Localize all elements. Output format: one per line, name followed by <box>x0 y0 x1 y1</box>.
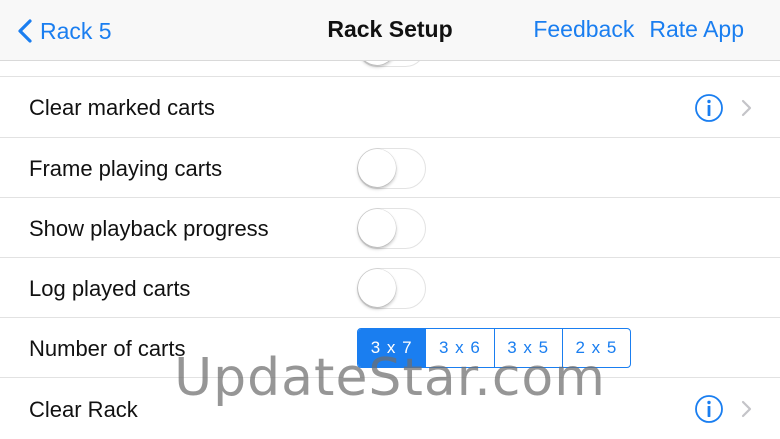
row-show-playback-progress: Show playback progress <box>0 198 780 258</box>
row-frame-playing-carts: Frame playing carts <box>0 138 780 198</box>
back-button-label: Rack 5 <box>40 17 112 44</box>
info-icon[interactable] <box>694 93 724 123</box>
rate-app-button[interactable]: Rate App <box>649 16 744 43</box>
row-label: Show playback progress <box>29 216 269 241</box>
row-label: Log played carts <box>29 276 191 301</box>
segment-2x5[interactable]: 2 x 5 <box>561 329 630 367</box>
show-progress-toggle[interactable] <box>357 208 426 249</box>
navbar-actions: Feedback Rate App <box>533 16 744 43</box>
row-label: Clear Rack <box>29 397 138 422</box>
toggle-knob <box>358 269 396 307</box>
chevron-right-icon <box>741 99 752 117</box>
back-button[interactable]: Rack 5 <box>14 14 112 48</box>
navigation-bar: Rack 5 Rack Setup Feedback Rate App <box>0 0 780 61</box>
chevron-right-icon <box>741 400 752 418</box>
row-label: Clear marked carts <box>29 95 215 120</box>
segment-3x5[interactable]: 3 x 5 <box>493 329 562 367</box>
log-played-toggle[interactable] <box>357 268 426 309</box>
feedback-button[interactable]: Feedback <box>533 16 634 43</box>
segment-3x6[interactable]: 3 x 6 <box>425 329 493 367</box>
row-clear-rack[interactable]: Clear Rack <box>0 378 780 439</box>
number-of-carts-segmented-control: 3 x 7 3 x 6 3 x 5 2 x 5 <box>357 328 631 368</box>
row-label: Number of carts <box>29 336 186 361</box>
row-clear-marked-carts[interactable]: Clear marked carts <box>0 77 780 138</box>
info-icon[interactable] <box>694 394 724 424</box>
toggle-knob <box>358 149 396 187</box>
chevron-left-icon <box>18 19 32 43</box>
toggle-knob <box>358 209 396 247</box>
segment-3x7[interactable]: 3 x 7 <box>358 329 426 367</box>
partial-row <box>0 61 780 77</box>
rack-setup-screen: Rack 5 Rack Setup Feedback Rate App Clea… <box>0 0 780 439</box>
row-label: Frame playing carts <box>29 156 223 181</box>
row-log-played-carts: Log played carts <box>0 258 780 318</box>
frame-playing-toggle[interactable] <box>357 148 426 189</box>
